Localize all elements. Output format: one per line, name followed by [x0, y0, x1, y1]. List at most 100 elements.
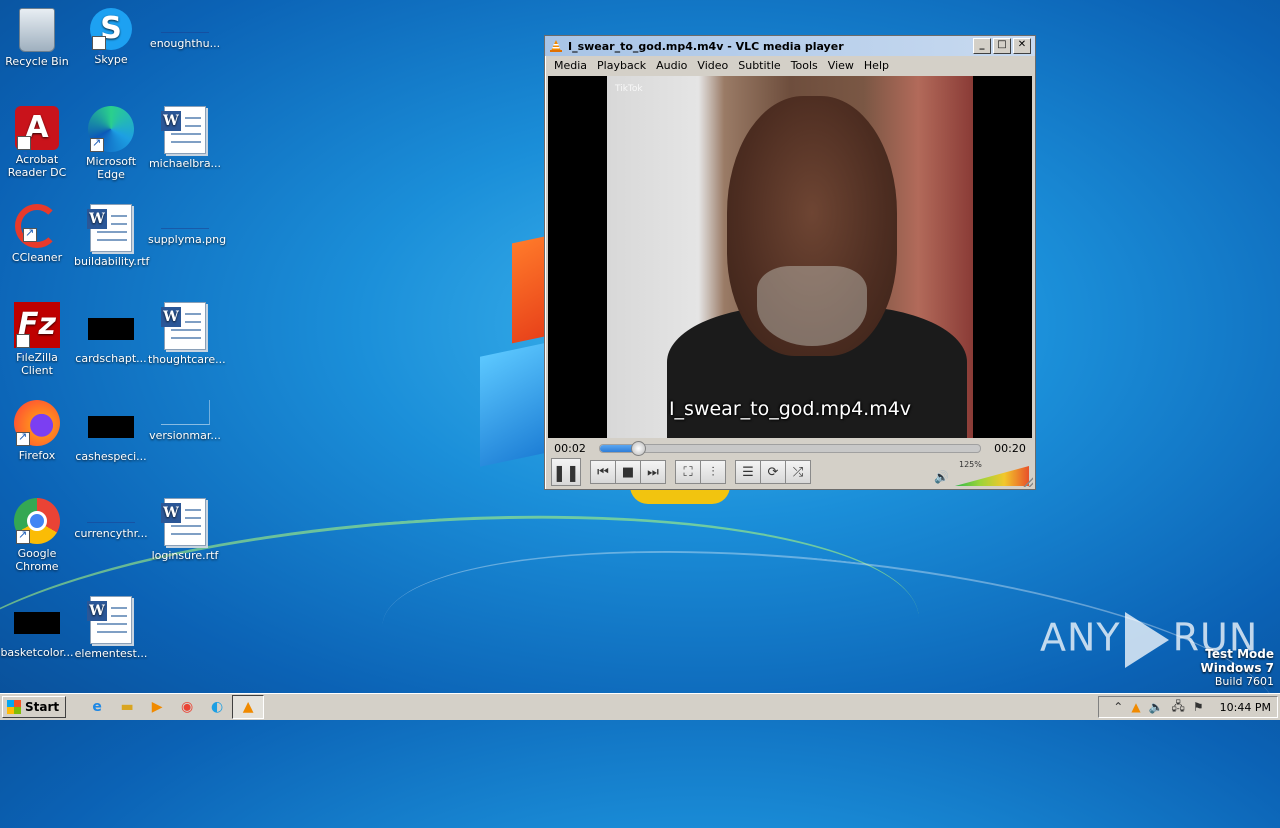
desktop-icon-supplyma[interactable]: supplyma.png [148, 204, 226, 246]
desktop-icon-cardschapt[interactable]: cardschapt... [74, 302, 148, 365]
fullscreen-button[interactable]: ⛶ [675, 460, 701, 484]
taskbar-vlc[interactable]: ▲ [232, 695, 265, 719]
menu-playback[interactable]: Playback [592, 59, 651, 72]
tray-flag-icon[interactable]: ⚑ [1193, 700, 1204, 714]
vlc-cone-icon [550, 40, 562, 52]
next-button[interactable]: ⏭ [640, 460, 666, 484]
desktop-icon-elementest[interactable]: W elementest... [74, 596, 148, 660]
desktop-icon-ccleaner[interactable]: CCleaner [0, 204, 74, 264]
edge-icon: ◐ [211, 699, 224, 715]
resize-grip[interactable] [1023, 477, 1033, 487]
menu-tools[interactable]: Tools [786, 59, 823, 72]
media-player-icon: ▶ [151, 699, 163, 715]
volume-level [955, 466, 1029, 486]
extended-settings-button[interactable]: ⫶ [700, 460, 726, 484]
shortcut-arrow-icon [16, 332, 30, 378]
loop-icon: ⟳ [767, 464, 779, 480]
pause-icon: ❚❚ [552, 462, 580, 482]
build-label: Build 7601 [1214, 675, 1274, 688]
shortcut-arrow-icon [16, 430, 30, 446]
taskbar-chrome[interactable]: ◉ [172, 696, 202, 718]
menu-media[interactable]: Media [549, 59, 592, 72]
shuffle-button[interactable]: ⤮ [785, 460, 811, 484]
firefox-icon [14, 400, 60, 446]
tray-network-icon[interactable]: 🖧 [1172, 697, 1185, 718]
desktop-icon-chrome[interactable]: Google Chrome [0, 498, 74, 573]
desktop-icon-thoughtcare[interactable]: W thoughtcare... [148, 302, 226, 366]
video-area[interactable]: TikTok I_swear_to_god.mp4.m4v [548, 76, 1032, 438]
desktop-icon-recycle-bin[interactable]: Recycle Bin [0, 8, 74, 68]
desktop-icon-skype[interactable]: S Skype [74, 8, 148, 76]
window-title: I_swear_to_god.mp4.m4v - VLC media playe… [568, 39, 844, 53]
pause-button[interactable]: ❚❚ [551, 458, 581, 486]
image-file-icon [161, 204, 209, 229]
internet-explorer-icon: e [92, 699, 102, 715]
clock[interactable]: 10:44 PM [1220, 701, 1271, 714]
desktop-icon-basketcolor[interactable]: basketcolor... [0, 596, 74, 659]
maximize-button[interactable]: □ [993, 38, 1011, 54]
taskbar-edge[interactable]: ◐ [202, 696, 232, 718]
taskbar-media-player[interactable]: ▶ [142, 696, 172, 718]
tray-expand-icon[interactable]: ⌃ [1113, 700, 1123, 714]
playlist-button[interactable]: ☰ [735, 460, 761, 484]
previous-button[interactable]: ⏮ [590, 460, 616, 484]
chrome-icon [14, 498, 60, 544]
loop-button[interactable]: ⟳ [760, 460, 786, 484]
tiktok-watermark: TikTok [615, 84, 643, 94]
wallpaper-swoosh [370, 513, 1280, 828]
skype-icon: S [90, 8, 132, 76]
desktop-icon-currencythr[interactable]: currencythr... [74, 498, 148, 540]
minimize-button[interactable]: _ [973, 38, 991, 54]
seek-handle[interactable] [631, 440, 646, 456]
speaker-icon[interactable]: 🔊 [934, 470, 949, 484]
desktop-icon-loginsure[interactable]: W loginsure.rtf [148, 498, 222, 562]
menu-help[interactable]: Help [859, 59, 894, 72]
taskbar-explorer[interactable]: ▬ [112, 696, 142, 718]
seek-bar[interactable] [599, 440, 981, 456]
seek-row: 00:02 00:20 [545, 439, 1035, 457]
volume-slider[interactable]: 125% [955, 460, 1029, 486]
menu-subtitle[interactable]: Subtitle [733, 59, 785, 72]
desktop-icon-enoughthu[interactable]: enoughthu... [148, 8, 222, 50]
desktop-icon-versionmar[interactable]: versionmar... [148, 400, 222, 442]
desktop-icon-edge[interactable]: Microsoft Edge [74, 106, 148, 181]
volume-control[interactable]: 🔊 125% [934, 458, 1029, 486]
file-thumbnail-icon [14, 612, 60, 634]
system-tray: ⌃ ▲ 🔈 🖧 ⚑ 10:44 PM [1098, 696, 1278, 718]
desktop-icon-filezilla[interactable]: Fz FileZilla Client [0, 302, 74, 378]
shortcut-arrow-icon [17, 134, 31, 178]
tray-volume-icon[interactable]: 🔈 [1149, 700, 1164, 714]
playlist-icon: ☰ [742, 464, 754, 480]
shortcut-arrow-icon [16, 528, 30, 544]
desktop-icon-michaelbra[interactable]: W michaelbra... [148, 106, 222, 170]
video-content [757, 266, 867, 346]
file-thumbnail-icon [88, 318, 134, 340]
taskbar-ie[interactable]: e [82, 696, 112, 718]
menu-video[interactable]: Video [692, 59, 733, 72]
wallpaper-logo-segment [480, 343, 544, 467]
desktop-icon-acrobat[interactable]: A Acrobat Reader DC [0, 106, 74, 179]
previous-icon: ⏮ [597, 464, 609, 480]
recycle-bin-icon [19, 8, 55, 52]
desktop-icon-firefox[interactable]: Firefox [0, 400, 74, 462]
shortcut-arrow-icon [23, 226, 37, 242]
start-button[interactable]: Start [2, 696, 67, 718]
close-button[interactable]: ✕ [1013, 38, 1031, 54]
desktop-icon-buildability[interactable]: W buildability.rtf [74, 204, 149, 268]
stop-icon: ■ [621, 464, 635, 480]
word-document-icon: W [87, 596, 132, 644]
stop-button[interactable]: ■ [615, 460, 641, 484]
file-thumbnail-icon [161, 8, 209, 33]
desktop-icon-cashespeci[interactable]: cashespeci... [74, 400, 148, 463]
vlc-titlebar[interactable]: I_swear_to_god.mp4.m4v - VLC media playe… [545, 36, 1035, 56]
menu-audio[interactable]: Audio [651, 59, 692, 72]
test-mode-notice: Test Mode Windows 7 Build 7601 [1201, 647, 1274, 689]
word-document-icon: W [87, 204, 132, 252]
vlc-window[interactable]: I_swear_to_god.mp4.m4v - VLC media playe… [544, 35, 1036, 490]
vlc-cone-icon: ▲ [242, 699, 254, 715]
watermark-left: ANY [1040, 615, 1121, 660]
menu-view[interactable]: View [823, 59, 859, 72]
folder-icon: ▬ [120, 699, 134, 715]
file-thumbnail-icon [160, 400, 210, 425]
tray-vlc-icon[interactable]: ▲ [1131, 700, 1140, 714]
